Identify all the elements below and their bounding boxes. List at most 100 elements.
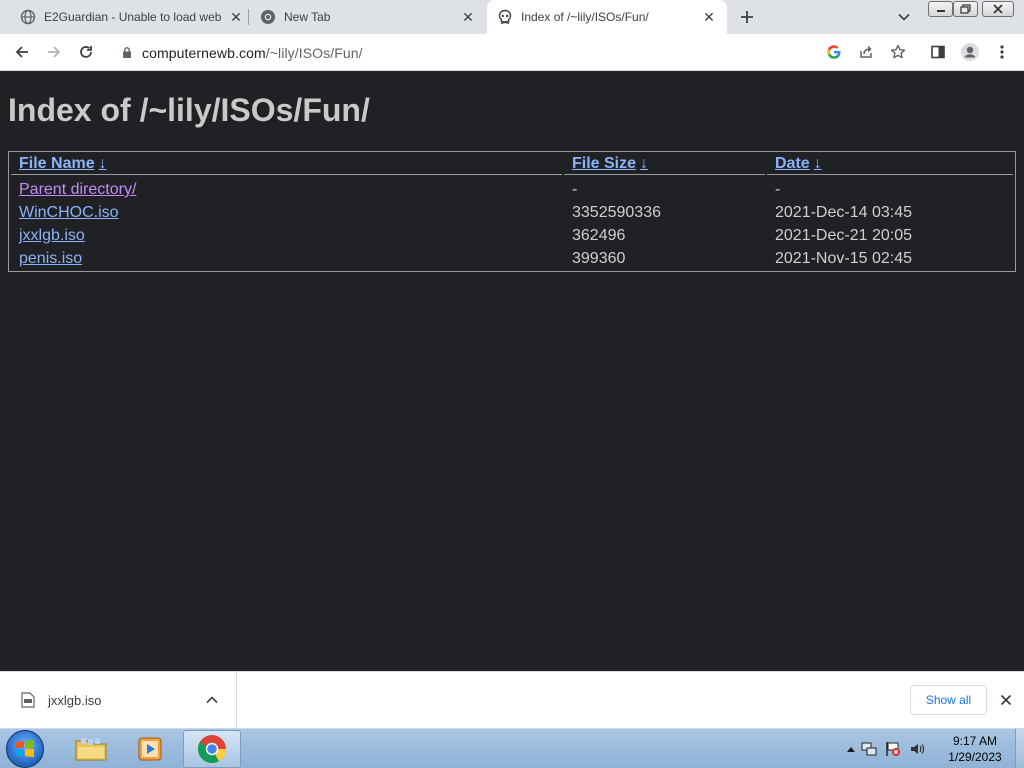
side-panel-button[interactable]: [926, 40, 950, 64]
google-icon: [827, 45, 841, 59]
date-cell: 2021-Dec-21 20:05: [775, 226, 912, 244]
skull-icon: [497, 9, 513, 25]
windows-logo-icon: [16, 739, 34, 758]
chrome-icon: [198, 735, 227, 764]
close-window-button[interactable]: [982, 1, 1014, 17]
close-icon[interactable]: ✕: [228, 9, 244, 25]
tab-index-of[interactable]: Index of /~lily/ISOs/Fun/ ✕: [487, 0, 727, 34]
url-text: computernewb.com/~lily/ISOs/Fun/: [142, 45, 363, 61]
action-center-flag-icon[interactable]: [881, 741, 905, 757]
column-header-file-name[interactable]: File Name ↓: [11, 154, 562, 175]
tab-title: Index of /~lily/ISOs/Fun/: [521, 10, 649, 24]
tab-title: New Tab: [284, 10, 331, 24]
file-link-penis[interactable]: penis.iso: [19, 250, 82, 267]
chevron-down-icon: [898, 13, 910, 21]
directory-listing-table: File Name ↓ File Size ↓ Date ↓ Parent direc…: [8, 151, 1016, 272]
file-link-winchoc[interactable]: WinCHOC.iso: [19, 204, 119, 221]
chevron-up-icon[interactable]: [204, 692, 220, 708]
tab-search-button[interactable]: [895, 8, 913, 26]
file-name-cell: Parent directory/: [11, 177, 562, 200]
file-size-cell: 399360: [572, 249, 626, 267]
close-icon: [1000, 694, 1012, 706]
taskbar: 9:17 AM 1/29/2023: [0, 728, 1024, 768]
media-player-icon: [138, 737, 162, 761]
share-button[interactable]: [854, 40, 878, 64]
minimize-icon: [936, 10, 945, 12]
show-all-button[interactable]: Show all: [910, 685, 987, 715]
close-icon[interactable]: ✕: [460, 9, 476, 25]
minimize-button[interactable]: [928, 1, 953, 17]
file-name-cell: WinCHOC.iso: [11, 202, 562, 223]
avatar-icon: [961, 43, 979, 61]
system-clock[interactable]: 9:17 AM 1/29/2023: [940, 733, 1010, 765]
file-name-cell: penis.iso: [11, 248, 562, 269]
download-filename: jxxlgb.iso: [48, 692, 102, 708]
network-icon[interactable]: [857, 741, 881, 757]
restore-icon: [959, 4, 971, 14]
tab-separator: [248, 9, 249, 25]
sort-by-name-link[interactable]: File Name: [19, 155, 95, 172]
address-bar[interactable]: computernewb.com/~lily/ISOs/Fun/: [110, 38, 920, 67]
close-icon[interactable]: ✕: [701, 9, 717, 25]
tab-new-tab[interactable]: New Tab ✕: [250, 0, 486, 34]
close-icon: [993, 4, 1003, 14]
file-size-cell: -: [572, 181, 578, 198]
tab-title: E2Guardian - Unable to load web: [44, 10, 222, 24]
clock-time: 9:17 AM: [952, 734, 998, 748]
iso-file-icon: [20, 692, 36, 708]
date-cell: 2021-Nov-15 02:45: [775, 249, 912, 267]
date-cell: -: [775, 181, 781, 198]
page-content: Index of /~lily/ISOs/Fun/ File Name ↓ Fil…: [0, 72, 1024, 671]
tab-e2guardian[interactable]: E2Guardian - Unable to load web: [0, 0, 242, 34]
profile-button[interactable]: [958, 40, 982, 64]
folder-icon: [75, 738, 107, 761]
side-panel-icon: [931, 45, 945, 59]
sort-arrow-icon[interactable]: ↓: [814, 155, 822, 172]
menu-button[interactable]: [990, 40, 1014, 64]
reload-button[interactable]: [74, 40, 98, 64]
close-download-bar-button[interactable]: [996, 690, 1016, 710]
lock-icon[interactable]: [120, 46, 134, 60]
file-size-cell: 3352590336: [572, 203, 661, 221]
url-host: computernewb.com: [142, 44, 266, 61]
show-desktop-button[interactable]: [1015, 729, 1024, 768]
parent-directory-link[interactable]: Parent directory/: [19, 181, 136, 198]
forward-button[interactable]: [42, 40, 66, 64]
column-header-date[interactable]: Date ↓: [767, 154, 1013, 175]
table-row: jxxlgb.iso 362496 2021-Dec-21 20:05: [11, 225, 1013, 246]
google-lens-button[interactable]: [822, 40, 846, 64]
table-row: penis.iso 399360 2021-Nov-15 02:45: [11, 248, 1013, 269]
reload-icon: [80, 46, 92, 58]
browser-toolbar: computernewb.com/~lily/ISOs/Fun/: [0, 34, 1024, 71]
arrow-right-icon: [48, 46, 61, 58]
chrome-icon: [260, 9, 276, 25]
system-tray: [845, 729, 929, 768]
table-header-row: File Name ↓ File Size ↓ Date ↓: [11, 154, 1013, 175]
sort-by-date-link[interactable]: Date: [775, 155, 810, 172]
star-icon: [890, 44, 906, 59]
file-name-cell: jxxlgb.iso: [11, 225, 562, 246]
sort-arrow-icon[interactable]: ↓: [640, 155, 648, 172]
bookmark-button[interactable]: [886, 40, 910, 64]
taskbar-media-player[interactable]: [122, 730, 180, 768]
sort-by-size-link[interactable]: File Size: [572, 155, 636, 172]
show-hidden-icons-button[interactable]: [845, 746, 857, 752]
back-button[interactable]: [10, 40, 34, 64]
volume-icon[interactable]: [905, 741, 929, 757]
restore-button[interactable]: [953, 1, 978, 17]
plus-icon: [741, 11, 753, 23]
arrow-left-icon: [15, 46, 28, 58]
tab-strip: E2Guardian - Unable to load web ✕ New Ta…: [0, 0, 1024, 34]
file-link-jxxlgb[interactable]: jxxlgb.iso: [19, 227, 85, 244]
new-tab-button[interactable]: [736, 6, 758, 28]
file-size-cell: 362496: [572, 226, 626, 244]
sort-arrow-icon[interactable]: ↓: [99, 155, 107, 172]
column-header-file-size[interactable]: File Size ↓: [564, 154, 765, 175]
table-row: Parent directory/ - -: [11, 177, 1013, 200]
download-item[interactable]: jxxlgb.iso: [0, 672, 237, 728]
kebab-menu-icon: [1000, 45, 1004, 59]
start-button[interactable]: [6, 730, 44, 768]
page-title: Index of /~lily/ISOs/Fun/: [8, 92, 370, 128]
taskbar-chrome[interactable]: [183, 730, 241, 768]
taskbar-explorer[interactable]: [62, 730, 120, 768]
